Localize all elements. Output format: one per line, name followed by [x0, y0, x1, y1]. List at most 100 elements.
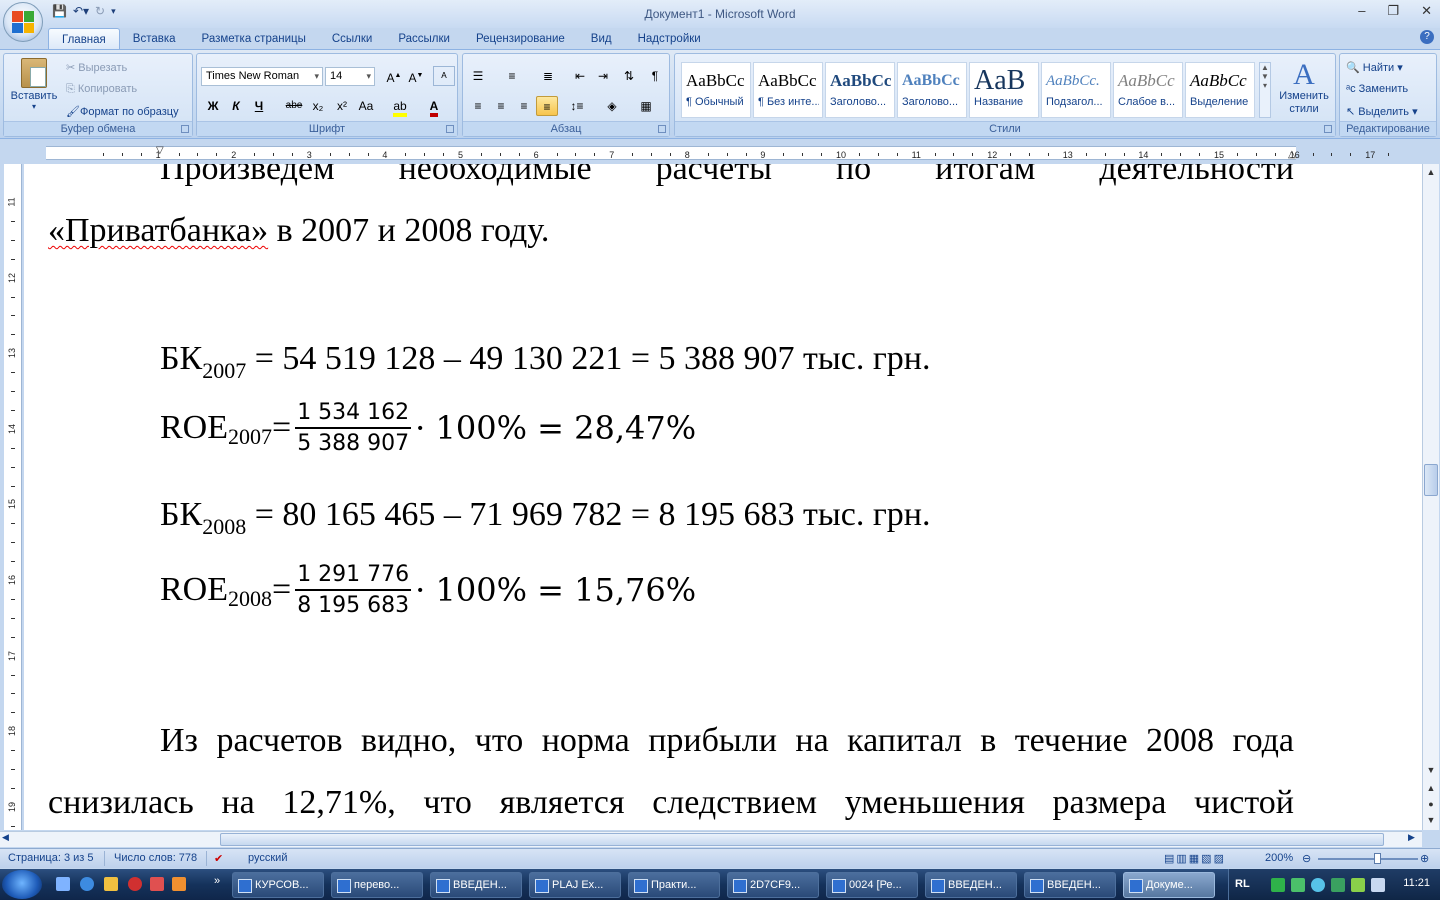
tab-mailings[interactable]: Рассылки	[385, 28, 463, 50]
font-size-select[interactable]: 14	[325, 67, 375, 86]
tab-page-layout[interactable]: Разметка страницы	[189, 28, 319, 50]
scroll-left-icon[interactable]: ◀	[2, 832, 9, 843]
tray-icon[interactable]	[1291, 878, 1305, 892]
paragraph-launcher-icon[interactable]	[658, 125, 666, 133]
justify-icon[interactable]: ≡	[536, 96, 558, 116]
strikethrough-button[interactable]: abe	[283, 96, 305, 116]
borders-icon[interactable]: ▦	[635, 96, 657, 116]
find-button[interactable]: 🔍 Найти ▾	[1346, 61, 1403, 74]
taskbar-button[interactable]: 2D7CF9...	[727, 872, 819, 898]
shrink-font-icon[interactable]: A▼	[405, 66, 427, 86]
change-case-button[interactable]: Aa	[355, 96, 377, 116]
taskbar-button-active[interactable]: Докуме...	[1123, 872, 1215, 898]
tray-icon[interactable]	[1331, 878, 1345, 892]
app-icon[interactable]	[172, 877, 186, 891]
sort-icon[interactable]: ⇅	[618, 66, 640, 86]
zoom-slider-thumb[interactable]	[1374, 853, 1381, 864]
taskbar-button[interactable]: PLAJ Ex...	[529, 872, 621, 898]
styles-scroll-icon[interactable]: ▲ ▼ ▾	[1259, 62, 1271, 118]
style-heading-1[interactable]: AaBbCc Заголово...	[825, 62, 895, 118]
style-title[interactable]: AaB Название	[969, 62, 1039, 118]
copy-button[interactable]: ⎘ Копировать	[66, 83, 137, 96]
taskbar-button[interactable]: перево...	[331, 872, 423, 898]
show-desktop-icon[interactable]	[56, 877, 70, 891]
taskbar-button[interactable]: 0024 [Ре...	[826, 872, 918, 898]
style-heading-2[interactable]: AaBbCc Заголово...	[897, 62, 967, 118]
vertical-scrollbar[interactable]: ▲ ▼ ▲ ● ▼	[1422, 164, 1439, 830]
tab-addins[interactable]: Надстройки	[625, 28, 714, 50]
style-normal[interactable]: AaBbCc ¶ Обычный	[681, 62, 751, 118]
highlight-icon[interactable]: ab	[389, 96, 411, 117]
grow-font-icon[interactable]: A▲	[383, 66, 405, 86]
taskbar-button[interactable]: ВВЕДЕН...	[925, 872, 1017, 898]
clear-format-icon[interactable]: ᴬ	[433, 66, 455, 86]
zoom-level[interactable]: 200%	[1265, 852, 1293, 864]
scroll-down-icon[interactable]: ▼	[1423, 762, 1439, 778]
clipboard-launcher-icon[interactable]	[181, 125, 189, 133]
zoom-slider[interactable]	[1318, 858, 1418, 860]
align-left-icon[interactable]: ≡	[467, 96, 489, 116]
scroll-right-icon[interactable]: ▶	[1408, 832, 1415, 843]
close-button[interactable]: ✕	[1421, 3, 1432, 19]
taskbar-button[interactable]: ВВЕДЕН...	[430, 872, 522, 898]
italic-button[interactable]: К	[225, 96, 247, 116]
more-quicklaunch-icon[interactable]: »	[214, 875, 220, 887]
change-styles-button[interactable]: A Изменить стили	[1275, 60, 1333, 116]
replace-button[interactable]: ᵃc Заменить	[1346, 83, 1408, 95]
underline-button[interactable]: Ч	[248, 96, 270, 116]
language-indicator[interactable]: русский	[248, 852, 287, 864]
browse-object-icon[interactable]: ●	[1423, 796, 1439, 812]
font-launcher-icon[interactable]	[446, 125, 454, 133]
numbering-icon[interactable]: ≡	[501, 66, 523, 86]
select-button[interactable]: ↖ Выделить ▾	[1346, 105, 1418, 118]
spellcheck-icon[interactable]: ✔	[214, 852, 223, 865]
app-icon[interactable]	[150, 877, 164, 891]
align-center-icon[interactable]: ≡	[490, 96, 512, 116]
tab-references[interactable]: Ссылки	[319, 28, 386, 50]
office-button[interactable]	[3, 2, 43, 42]
bullets-icon[interactable]: ☰	[467, 66, 489, 86]
taskbar-button[interactable]: Практи...	[628, 872, 720, 898]
align-right-icon[interactable]: ≡	[513, 96, 535, 116]
format-painter-button[interactable]: 🖌Формат по образцу	[66, 105, 179, 118]
word-count[interactable]: Число слов: 778	[114, 852, 197, 864]
font-family-select[interactable]: Times New Roman	[201, 67, 323, 86]
scroll-up-icon[interactable]: ▲	[1423, 164, 1439, 180]
cut-button[interactable]: ✂ Вырезать	[66, 61, 127, 74]
subscript-button[interactable]: x₂	[307, 96, 329, 116]
increase-indent-icon[interactable]: ⇥	[592, 66, 614, 86]
horizontal-ruler[interactable]: 1 2 3 4 5 6 7 8 9 10 11 12 13 14 15 16 17 ▽ △	[0, 144, 1440, 162]
clock[interactable]: 11:21	[1403, 877, 1430, 889]
opera-icon[interactable]	[128, 877, 142, 891]
paste-button[interactable]: Вставить ▾	[8, 58, 60, 111]
page-counter[interactable]: Страница: 3 из 5	[8, 852, 94, 864]
decrease-indent-icon[interactable]: ⇤	[569, 66, 591, 86]
tab-insert[interactable]: Вставка	[120, 28, 189, 50]
style-emphasis[interactable]: AaBbCc Выделение	[1185, 62, 1255, 118]
horizontal-scrollbar[interactable]: ◀ ▶	[0, 831, 1422, 847]
multilevel-list-icon[interactable]: ≣	[537, 66, 559, 86]
folder-icon[interactable]	[104, 877, 118, 891]
style-subtitle[interactable]: AaBbCc. Подзагол...	[1041, 62, 1111, 118]
style-no-spacing[interactable]: AaBbCc ¶ Без инте...	[753, 62, 823, 118]
tray-icon[interactable]	[1351, 878, 1365, 892]
tray-icon[interactable]	[1271, 878, 1285, 892]
taskbar-button[interactable]: ВВЕДЕН...	[1024, 872, 1116, 898]
maximize-button[interactable]: ❐	[1387, 3, 1399, 19]
minimize-button[interactable]: –	[1358, 3, 1365, 19]
hscroll-thumb[interactable]	[220, 833, 1384, 846]
view-buttons[interactable]: ▤▥▦▧▨	[1164, 852, 1226, 865]
document-page[interactable]: Произведем необходимые расчеты по итогам деят…	[24, 164, 1422, 830]
shading-icon[interactable]: ◈	[601, 96, 623, 116]
browser-icon[interactable]	[80, 877, 94, 891]
vertical-ruler[interactable]: 11 12 13 14 15 16 17 18 19	[4, 164, 22, 865]
tab-review[interactable]: Рецензирование	[463, 28, 578, 50]
tray-icon[interactable]	[1311, 878, 1325, 892]
line-spacing-icon[interactable]: ↕≡	[566, 96, 588, 116]
bold-button[interactable]: Ж	[202, 96, 224, 116]
tab-view[interactable]: Вид	[578, 28, 625, 50]
prev-page-icon[interactable]: ▲	[1423, 780, 1439, 796]
show-marks-button[interactable]: ¶	[644, 66, 666, 86]
zoom-out-icon[interactable]: ⊖	[1302, 852, 1311, 865]
superscript-button[interactable]: x²	[331, 96, 353, 116]
